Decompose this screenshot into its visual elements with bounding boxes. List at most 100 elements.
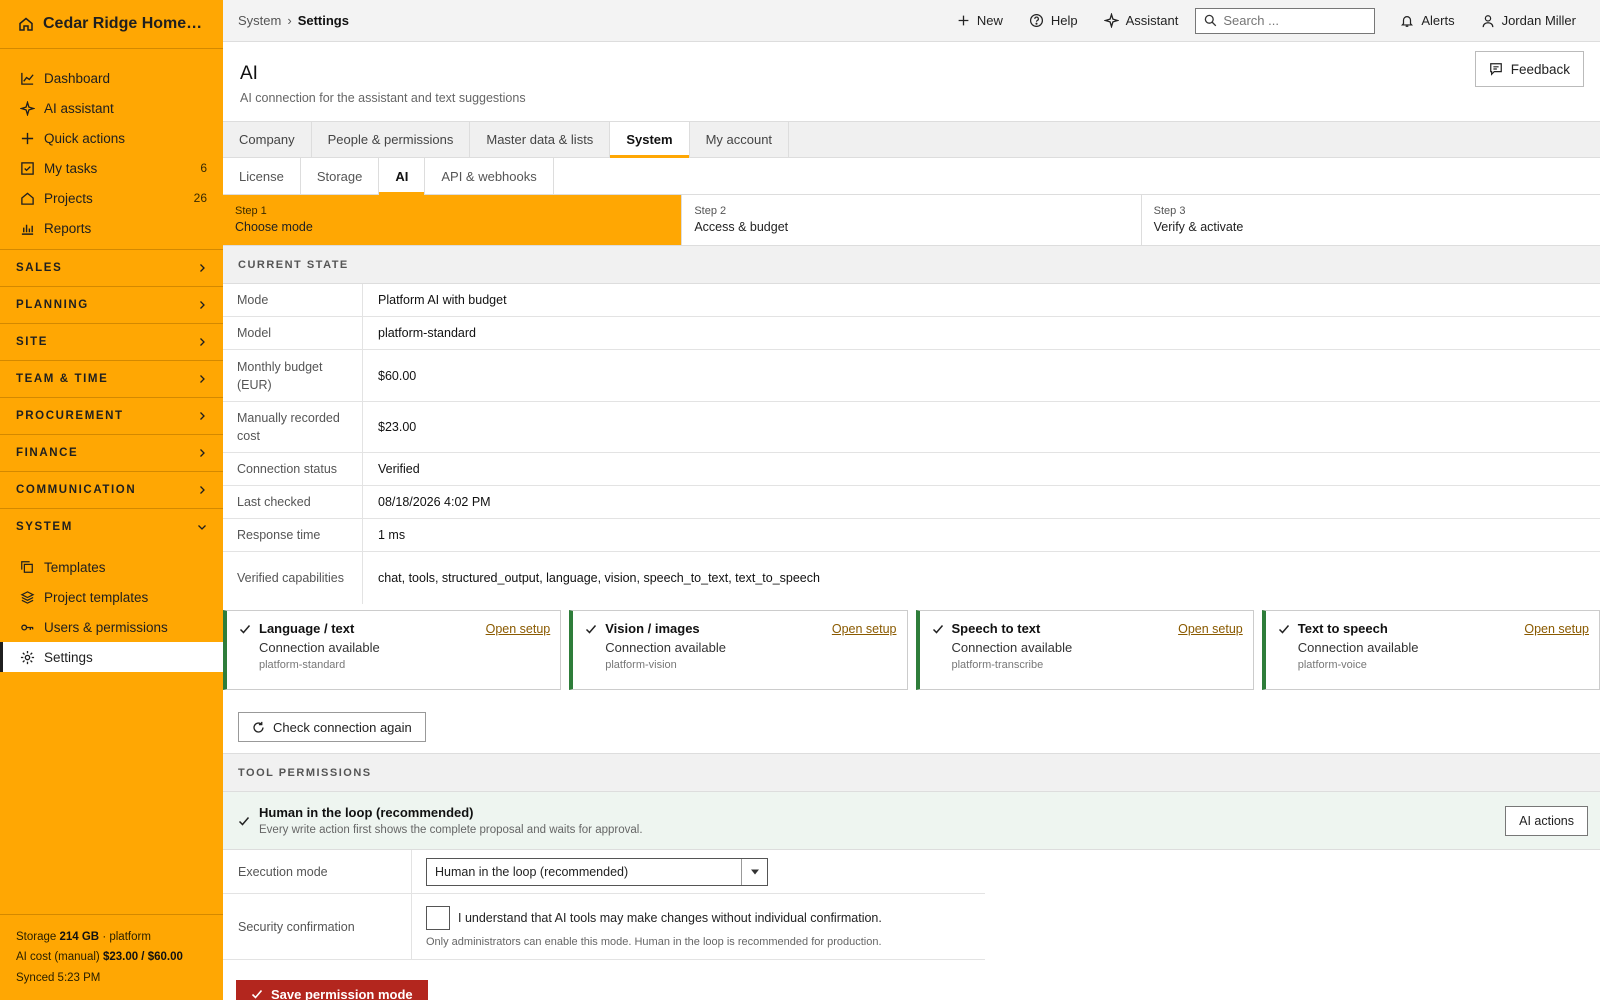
step-choose-mode[interactable]: Step 1 Choose mode [223,195,683,245]
tab-my-account[interactable]: My account [690,122,790,157]
copy-icon [19,559,35,575]
section-site[interactable]: SITE [0,323,223,360]
tab-master-data[interactable]: Master data & lists [470,122,611,157]
section-system[interactable]: SYSTEM [0,508,223,545]
security-checkbox-label: I understand that AI tools may make chan… [458,910,882,925]
state-value: $60.00 [378,368,417,383]
bar-chart-icon [19,220,35,236]
sidebar-item-dashboard[interactable]: Dashboard [0,63,223,93]
user-name: Jordan Miller [1501,13,1576,28]
breadcrumb-system[interactable]: System [238,13,281,28]
count-badge: 26 [193,191,207,205]
sidebar-item-my-tasks[interactable]: My tasks 6 [0,153,223,183]
capability-card-speech-to-text: Speech to text Open setup Connection ava… [915,610,1254,690]
tab-people-permissions[interactable]: People & permissions [312,122,471,157]
capability-model: platform-voice [1297,659,1367,671]
user-menu[interactable]: Jordan Miller [1468,13,1600,28]
assistant-button[interactable]: Assistant [1091,13,1192,28]
step-verify-activate[interactable]: Step 3 Verify & activate [1142,195,1600,245]
tab-system[interactable]: System [610,122,690,158]
capability-title: Text to speech [1297,621,1388,636]
section-label: PLANNING [16,299,89,311]
sidebar-item-label: AI assistant [44,100,114,116]
open-setup-link[interactable]: Open setup [486,622,551,636]
help-button[interactable]: Help [1016,13,1091,28]
check-connection-button[interactable]: Check connection again [238,712,426,742]
alerts-button[interactable]: Alerts [1387,13,1467,28]
chevron-right-icon [197,337,207,347]
page-header: AI AI connection for the assistant and t… [223,42,1600,121]
capability-cards: Language / text Open setup Connection av… [223,610,1600,690]
sidebar-item-templates[interactable]: Templates [0,552,223,582]
open-setup-link[interactable]: Open setup [1178,622,1243,636]
alerts-label: Alerts [1421,13,1455,28]
execution-mode-select[interactable]: Human in the loop (recommended) [426,857,768,886]
section-procurement[interactable]: PROCUREMENT [0,397,223,434]
subtab-license[interactable]: License [223,158,301,194]
capability-status: Connection available [951,640,1073,655]
chevron-down-icon [197,522,207,532]
section-label: FINANCE [16,447,79,459]
section-finance[interactable]: FINANCE [0,434,223,471]
capability-model: platform-transcribe [951,659,1044,671]
open-setup-link[interactable]: Open setup [832,622,897,636]
sidebar-item-label: Templates [44,559,106,575]
new-button[interactable]: New [944,13,1016,28]
sidebar-item-label: Settings [44,649,93,665]
sidebar-item-project-templates[interactable]: Project templates [0,582,223,612]
home-icon [19,190,35,206]
chevron-right-icon [197,300,207,310]
step-label: Choose mode [235,220,313,234]
page-subtitle: AI connection for the assistant and text… [240,91,526,105]
subtab-api-webhooks[interactable]: API & webhooks [425,158,554,194]
capability-status: Connection available [1297,640,1419,655]
sparkle-icon [19,100,35,116]
sidebar-item-reports[interactable]: Reports [0,213,223,243]
sidebar-item-settings[interactable]: Settings [0,642,223,672]
state-key: Verified capabilities [223,552,363,604]
system-subtabs: License Storage AI API & webhooks [223,158,1600,195]
state-row-model: Model platform-standard [223,317,1600,350]
save-permission-mode-button[interactable]: Save permission mode [236,980,428,1000]
storage-suffix: · platform [102,930,151,943]
execution-mode-value: Human in the loop (recommended) [435,864,629,879]
subtab-storage[interactable]: Storage [301,158,380,194]
permission-mode-description: Every write action first shows the compl… [259,824,643,836]
sidebar-item-label: My tasks [44,160,98,176]
sidebar-item-users-permissions[interactable]: Users & permissions [0,612,223,642]
breadcrumb-current: Settings [297,13,349,28]
state-value: 08/18/2026 4:02 PM [378,495,491,509]
capability-model: platform-standard [259,659,346,671]
brand[interactable]: Cedar Ridge Homes L... [0,0,223,49]
sidebar-item-ai-assistant[interactable]: AI assistant [0,93,223,123]
plus-icon [957,14,970,27]
ai-actions-button[interactable]: AI actions [1505,806,1588,836]
capability-title: Speech to text [951,621,1041,636]
step-number: Step 3 [1153,205,1186,217]
state-row-capabilities: Verified capabilities chat, tools, struc… [223,552,1600,604]
search-icon [1204,14,1217,27]
search-input[interactable] [1223,13,1364,28]
sidebar-item-projects[interactable]: Projects 26 [0,183,223,213]
search-box[interactable] [1195,7,1376,34]
check-icon [251,988,263,1000]
state-key: Last checked [223,486,363,518]
tab-company[interactable]: Company [223,122,312,157]
section-planning[interactable]: PLANNING [0,286,223,323]
security-checkbox[interactable] [426,905,450,930]
current-state-heading: CURRENT STATE [223,246,1600,284]
section-sales[interactable]: SALES [0,249,223,286]
refresh-icon [252,721,265,734]
plus-icon [19,130,35,146]
step-access-budget[interactable]: Step 2 Access & budget [682,195,1142,245]
subtab-ai[interactable]: AI [379,158,426,195]
feedback-button[interactable]: Feedback [1474,51,1584,87]
assistant-label: Assistant [1125,13,1179,28]
main-nav: Dashboard AI assistant Quick actions My … [0,49,223,243]
section-communication[interactable]: COMMUNICATION [0,471,223,508]
chevron-right-icon [197,374,207,384]
section-team-time[interactable]: TEAM & TIME [0,360,223,397]
sidebar-item-quick-actions[interactable]: Quick actions [0,123,223,153]
open-setup-link[interactable]: Open setup [1524,622,1589,636]
state-key: Response time [223,519,363,551]
